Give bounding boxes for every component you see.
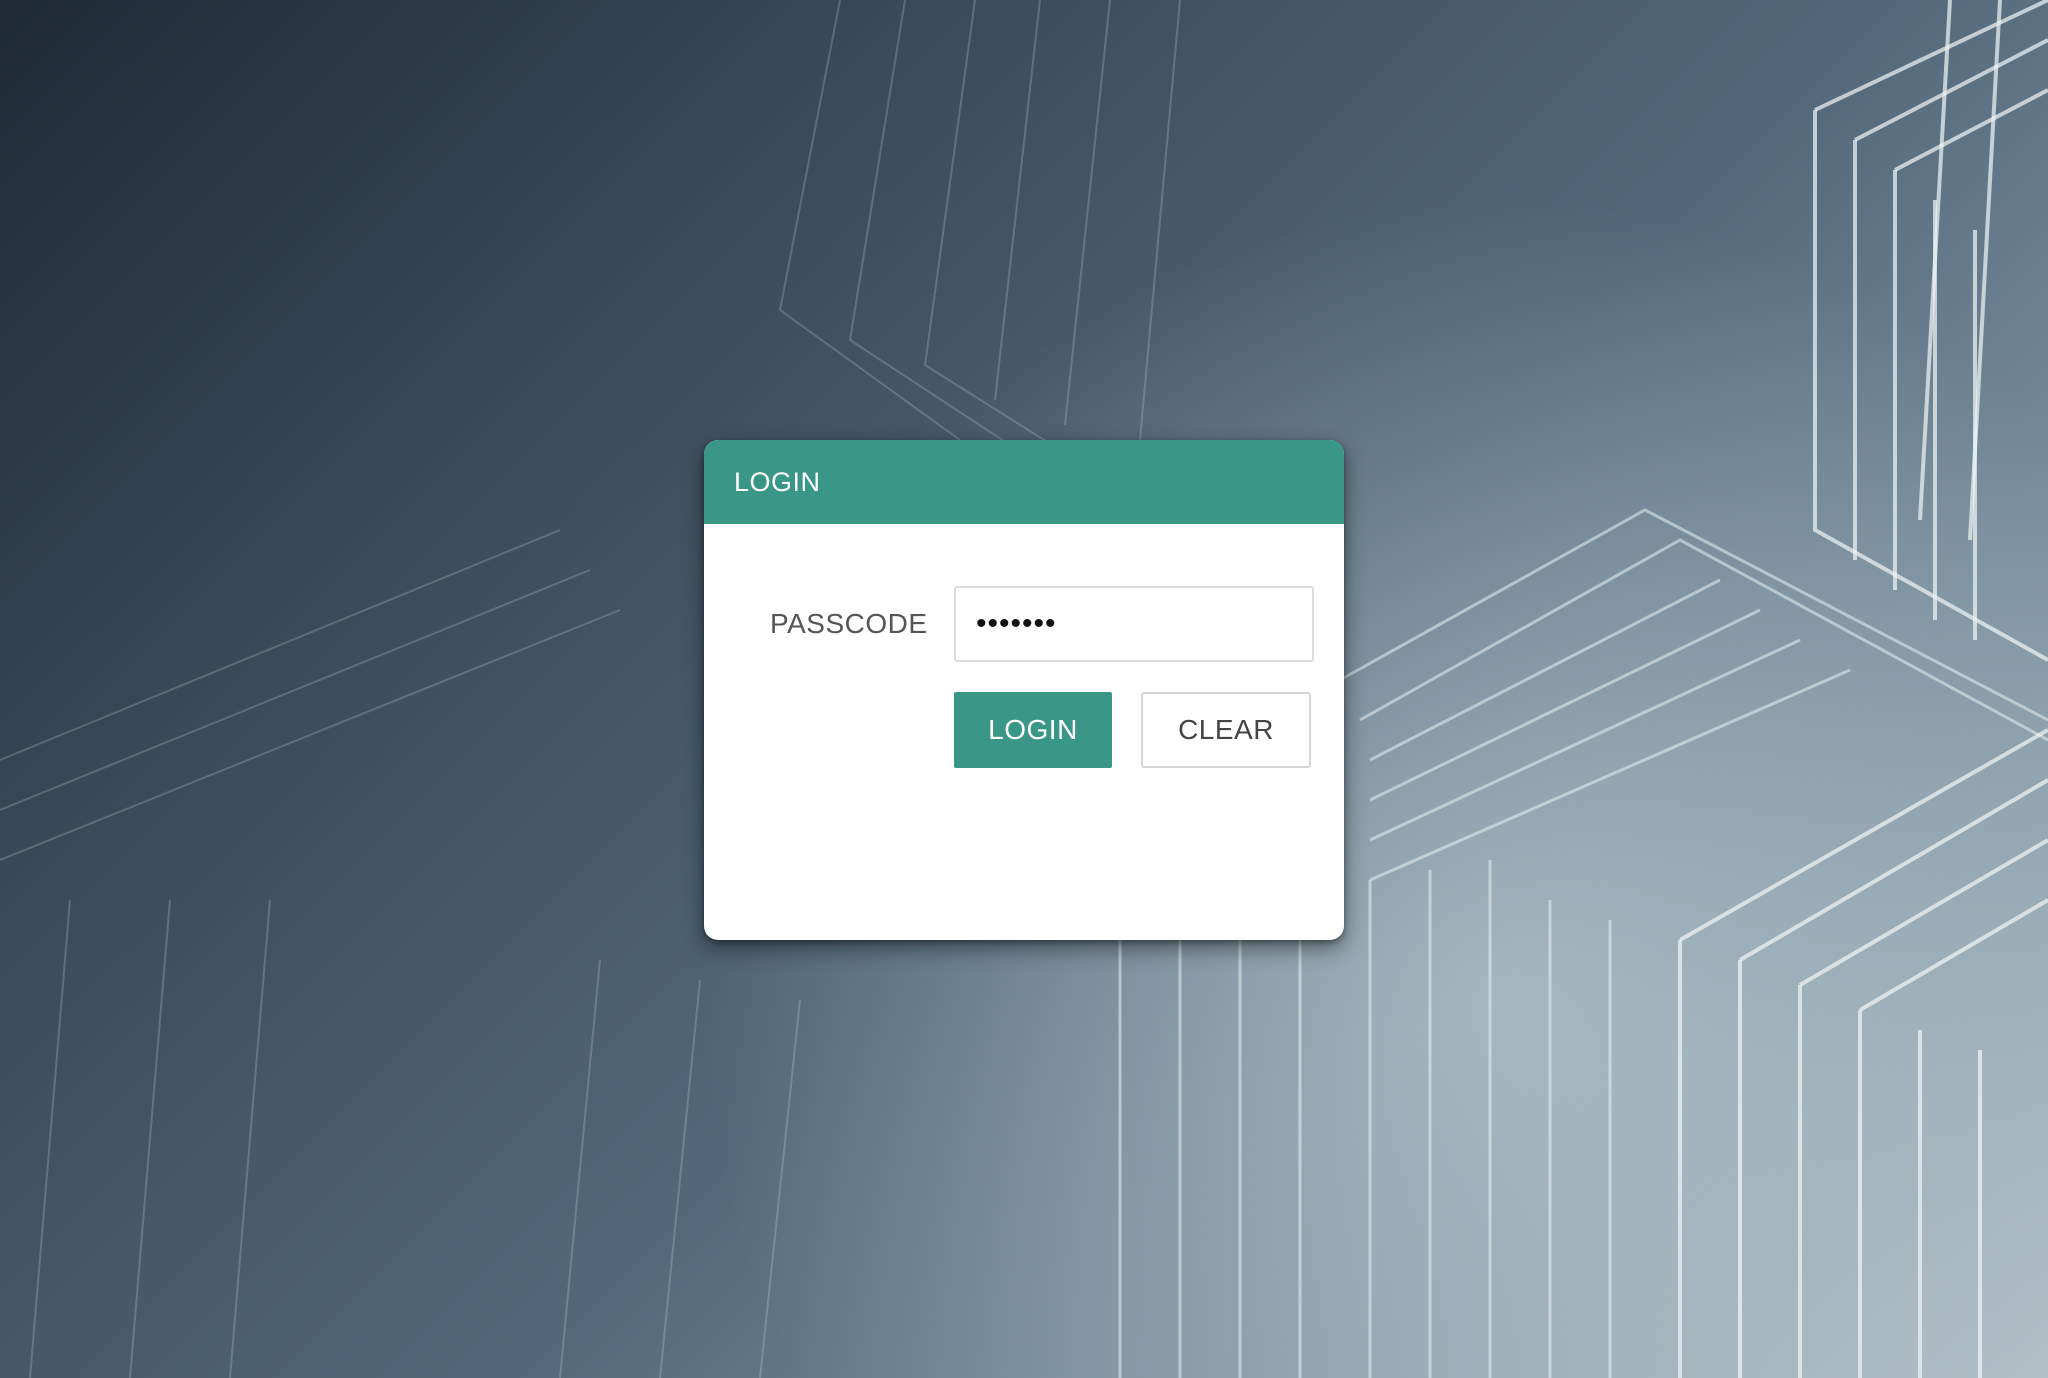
- login-dialog: LOGIN PASSCODE LOGIN CLEAR: [704, 440, 1344, 940]
- passcode-label: PASSCODE: [770, 608, 928, 639]
- login-button[interactable]: LOGIN: [954, 692, 1112, 768]
- passcode-row: PASSCODE: [704, 586, 1344, 662]
- login-dialog-title: LOGIN: [734, 466, 821, 497]
- clear-button[interactable]: CLEAR: [1141, 692, 1311, 768]
- login-dialog-header: LOGIN: [704, 440, 1344, 524]
- passcode-input[interactable]: [954, 586, 1314, 662]
